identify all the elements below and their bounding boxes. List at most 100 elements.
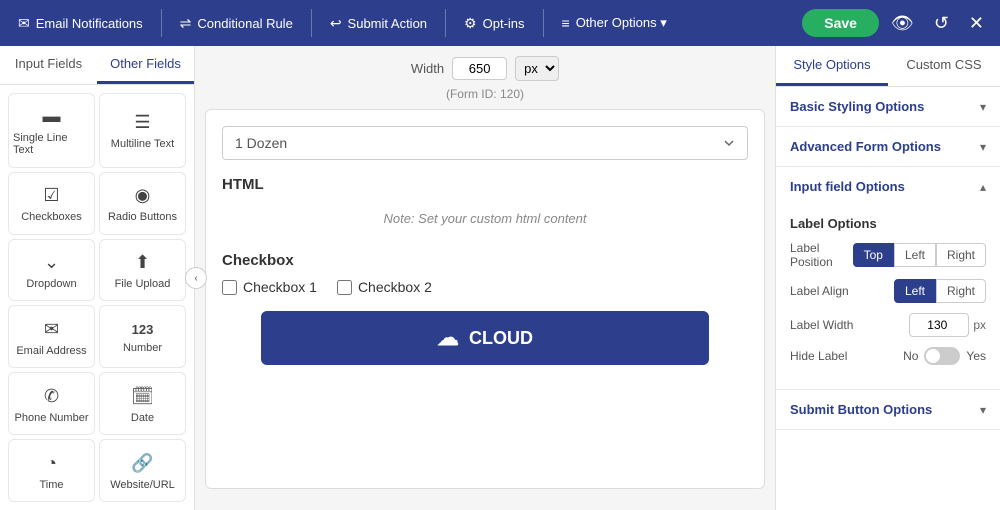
checkboxes-icon: ☑ — [43, 185, 59, 206]
label-position-right[interactable]: Right — [936, 243, 986, 267]
radio-icon: ◉ — [135, 185, 151, 206]
other-options-icon: ≡ — [562, 15, 570, 31]
time-icon: ◔ — [46, 453, 57, 474]
checkbox-option-1[interactable]: Checkbox 1 — [222, 279, 317, 295]
cloud-icon: ☁ — [437, 325, 459, 351]
single-line-icon: ▬ — [43, 106, 61, 127]
field-number[interactable]: 123 Number — [99, 305, 186, 368]
top-nav: ✉ Email Notifications ⇌ Conditional Rule… — [0, 0, 1000, 46]
toggle-slider — [924, 347, 960, 365]
accordion-submit-button-header[interactable]: Submit Button Options ▾ — [776, 390, 1000, 429]
label-align-group: Left Right — [894, 279, 986, 303]
form-canvas: 1 Dozen HTML Note: Set your custom html … — [205, 109, 765, 489]
hide-label-toggle-wrap: No Yes — [903, 347, 986, 365]
advanced-form-chevron: ▾ — [980, 140, 986, 154]
phone-icon: ✆ — [44, 386, 59, 407]
field-phone-number[interactable]: ✆ Phone Number — [8, 372, 95, 435]
date-icon: 🗓 — [131, 386, 154, 407]
nav-submit-action[interactable]: ↩ Submit Action — [320, 9, 437, 38]
multiline-icon: ☰ — [134, 112, 150, 133]
nav-separator-3 — [445, 9, 446, 37]
email-field-icon: ✉ — [44, 319, 59, 340]
tab-style-options[interactable]: Style Options — [776, 46, 888, 86]
nav-separator-2 — [311, 9, 312, 37]
field-email-address[interactable]: ✉ Email Address — [8, 305, 95, 368]
right-panel: Style Options Custom CSS Basic Styling O… — [775, 46, 1000, 510]
nav-separator-4 — [543, 9, 544, 37]
field-dropdown[interactable]: ⌄ Dropdown — [8, 239, 95, 302]
field-file-upload[interactable]: ⬆ File Upload — [99, 239, 186, 302]
canvas-width-input[interactable] — [452, 57, 507, 80]
submit-icon: ↩ — [330, 15, 342, 32]
checkbox-option-2[interactable]: Checkbox 2 — [337, 279, 432, 295]
dropdown-select[interactable]: 1 Dozen — [222, 126, 748, 160]
field-website-url[interactable]: 🔗 Website/URL — [99, 439, 186, 502]
accordion-basic-styling: Basic Styling Options ▾ — [776, 87, 1000, 127]
nav-separator-1 — [161, 9, 162, 37]
opt-ins-icon: ⚙ — [464, 15, 477, 32]
nav-email-notifications[interactable]: ✉ Email Notifications — [8, 9, 153, 38]
tab-custom-css[interactable]: Custom CSS — [888, 46, 1000, 86]
checkbox-field: Checkbox Checkbox 1 Checkbox 2 — [222, 252, 748, 295]
label-position-left[interactable]: Left — [894, 243, 936, 267]
label-position-row: Label Position Top Left Right — [790, 241, 986, 269]
hide-label-row: Hide Label No Yes — [790, 347, 986, 365]
submit-button-preview: ☁ CLOUD — [222, 311, 748, 365]
field-radio-buttons[interactable]: ◉ Radio Buttons — [99, 172, 186, 235]
preview-button[interactable]: 👁 — [883, 9, 922, 38]
html-block-title: HTML — [222, 176, 748, 193]
label-width-row: Label Width px — [790, 313, 986, 337]
label-align-right[interactable]: Right — [936, 279, 986, 303]
field-single-line-text[interactable]: ▬ Single Line Text — [8, 93, 95, 168]
input-field-chevron: ▴ — [980, 180, 986, 194]
checkbox-2-input[interactable] — [337, 280, 352, 295]
undo-button[interactable]: ↺ — [926, 9, 957, 38]
label-position-top[interactable]: Top — [853, 243, 894, 267]
center-canvas: Width px % (Form ID: 120) 1 Dozen HTML N… — [195, 46, 775, 510]
nav-other-options[interactable]: ≡ Other Options ▾ — [552, 9, 677, 37]
label-width-wrap: px — [909, 313, 986, 337]
accordion-basic-styling-header[interactable]: Basic Styling Options ▾ — [776, 87, 1000, 126]
accordion-input-field-header[interactable]: Input field Options ▴ — [776, 167, 1000, 206]
hide-label-toggle[interactable] — [924, 347, 960, 365]
html-note: Note: Set your custom html content — [222, 201, 748, 236]
field-multiline-text[interactable]: ☰ Multiline Text — [99, 93, 186, 168]
accordion-advanced-form-header[interactable]: Advanced Form Options ▾ — [776, 127, 1000, 166]
left-panel: Input Fields Other Fields ▬ Single Line … — [0, 46, 195, 510]
canvas-header: Width px % — [205, 56, 765, 81]
nav-opt-ins[interactable]: ⚙ Opt-ins — [454, 9, 534, 38]
canvas-unit-select[interactable]: px % — [515, 56, 559, 81]
accordion-input-field: Input field Options ▴ Label Options Labe… — [776, 167, 1000, 390]
form-id-text: (Form ID: 120) — [205, 87, 765, 101]
tab-input-fields[interactable]: Input Fields — [0, 46, 97, 84]
checkbox-field-title: Checkbox — [222, 252, 748, 269]
label-width-input[interactable] — [909, 313, 969, 337]
field-time[interactable]: ◔ Time — [8, 439, 95, 502]
checkbox-1-input[interactable] — [222, 280, 237, 295]
save-button[interactable]: Save — [802, 9, 879, 37]
website-icon: 🔗 — [131, 453, 153, 474]
field-checkboxes[interactable]: ☑ Checkboxes — [8, 172, 95, 235]
email-icon: ✉ — [18, 15, 30, 32]
label-align-left[interactable]: Left — [894, 279, 936, 303]
dropdown-field: 1 Dozen — [222, 126, 748, 160]
field-date[interactable]: 🗓 Date — [99, 372, 186, 435]
label-align-row: Label Align Left Right — [790, 279, 986, 303]
file-upload-icon: ⬆ — [135, 252, 150, 273]
submit-button-chevron: ▾ — [980, 403, 986, 417]
right-tab-row: Style Options Custom CSS — [776, 46, 1000, 87]
left-tab-row: Input Fields Other Fields — [0, 46, 194, 85]
accordion-advanced-form: Advanced Form Options ▾ — [776, 127, 1000, 167]
submit-button[interactable]: ☁ CLOUD — [261, 311, 708, 365]
collapse-panel-button[interactable]: ‹ — [185, 267, 207, 289]
input-field-body: Label Options Label Position Top Left Ri… — [776, 206, 1000, 389]
close-button[interactable]: ✕ — [961, 9, 992, 38]
label-position-group: Top Left Right — [853, 243, 986, 267]
left-panel-wrapper: Input Fields Other Fields ▬ Single Line … — [0, 46, 195, 510]
html-block: HTML Note: Set your custom html content — [222, 176, 748, 236]
tab-other-fields[interactable]: Other Fields — [97, 46, 194, 84]
conditional-icon: ⇌ — [180, 15, 192, 32]
nav-conditional-rule[interactable]: ⇌ Conditional Rule — [170, 9, 303, 38]
main-layout: Input Fields Other Fields ▬ Single Line … — [0, 46, 1000, 510]
dropdown-icon: ⌄ — [44, 252, 59, 273]
